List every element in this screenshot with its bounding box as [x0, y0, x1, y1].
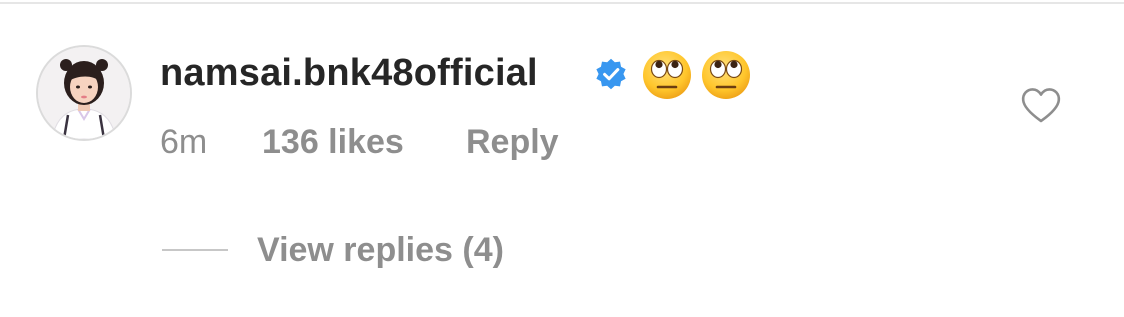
username[interactable]: namsai.bnk48official: [160, 48, 538, 98]
avatar-photo-icon: [38, 47, 130, 139]
top-divider: [0, 2, 1124, 4]
comment-timestamp: 6m: [160, 123, 208, 161]
verified-badge-icon: [596, 58, 626, 90]
likes-count[interactable]: 136 likes: [262, 122, 404, 162]
face-with-rolling-eyes-emoji-icon: [702, 51, 750, 99]
view-replies-button[interactable]: View replies (4): [257, 229, 504, 271]
heart-outline-icon[interactable]: [1020, 86, 1062, 124]
avatar[interactable]: [36, 45, 132, 141]
reply-button[interactable]: Reply: [466, 122, 559, 162]
face-with-rolling-eyes-emoji-icon: [643, 51, 691, 99]
replies-divider-line: [162, 249, 228, 251]
